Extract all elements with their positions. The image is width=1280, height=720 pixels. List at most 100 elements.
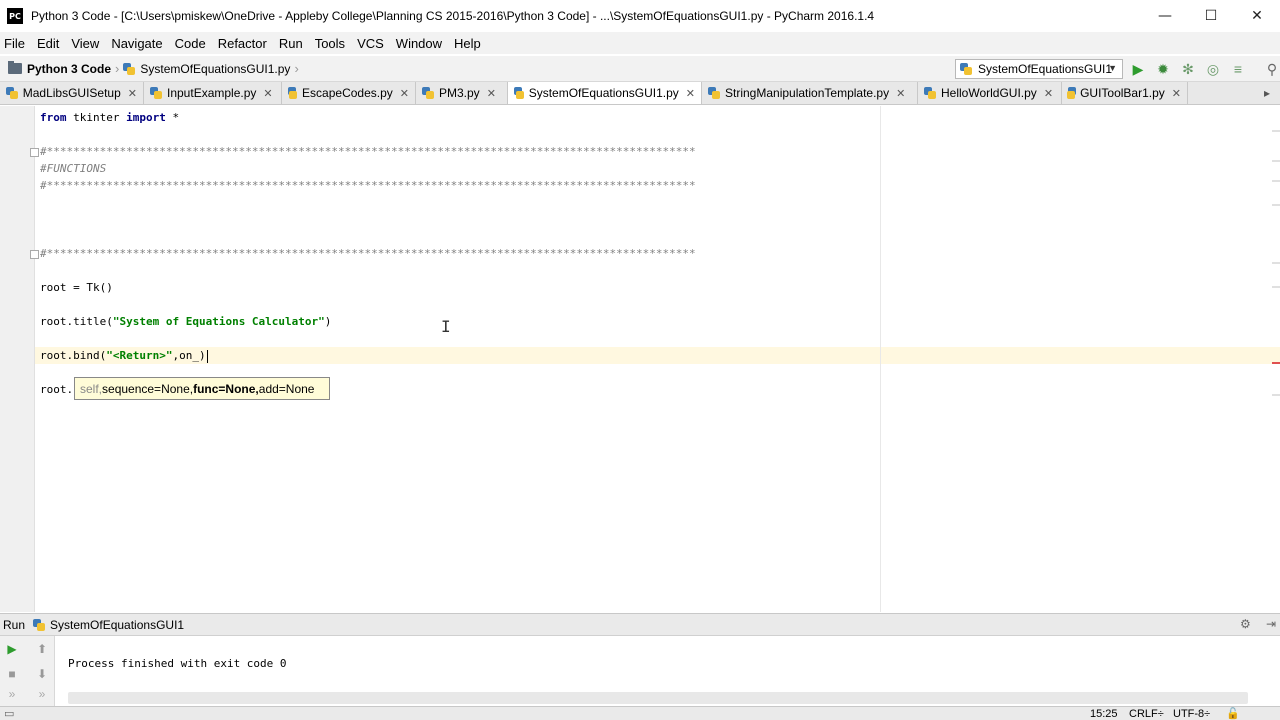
tab-label: MadLibsGUISetup xyxy=(22,86,121,100)
stop-icon[interactable]: ■ xyxy=(5,667,19,681)
tab-helloworldgui[interactable]: HelloWorldGUI.py ✕ xyxy=(918,82,1062,104)
param-add: add=None xyxy=(258,381,315,396)
tab-label: EscapeCodes.py xyxy=(302,86,393,100)
param-self: self, xyxy=(80,381,103,396)
tab-label: GUIToolBar1.py xyxy=(1080,86,1165,100)
close-button[interactable]: ✕ xyxy=(1234,0,1280,32)
stripe-mark[interactable] xyxy=(1272,204,1280,206)
menu-vcs[interactable]: VCS xyxy=(353,36,389,51)
run-panel-label: Run xyxy=(3,617,26,632)
lock-icon[interactable]: 🔓 xyxy=(1226,707,1240,720)
window-title: Python 3 Code - [C:\Users\pmiskew\OneDri… xyxy=(31,9,875,23)
python-file-icon xyxy=(708,87,720,99)
hide-panel-icon[interactable]: ⇥ xyxy=(1266,617,1276,631)
file-encoding[interactable]: UTF-8÷ xyxy=(1173,707,1210,720)
python-file-icon xyxy=(924,87,936,99)
code-text: ) xyxy=(324,315,332,328)
tab-inputexample[interactable]: InputExample.py ✕ xyxy=(144,82,282,104)
tab-systemofequationsgui1[interactable]: SystemOfEquationsGUI1.py ✕ xyxy=(508,82,702,104)
close-tab-icon[interactable]: ✕ xyxy=(896,87,905,100)
python-file-icon xyxy=(514,87,524,99)
caret-position[interactable]: 15:25 xyxy=(1090,707,1118,720)
up-arrow-icon[interactable]: ⬆ xyxy=(35,642,49,656)
stripe-mark[interactable] xyxy=(1272,130,1280,132)
python-file-icon xyxy=(1067,87,1077,99)
coverage-icon[interactable]: ✻ xyxy=(1180,61,1196,77)
navigation-bar: Python 3 Code › SystemOfEquationsGUI1.py… xyxy=(0,56,1280,82)
menu-tools[interactable]: Tools xyxy=(311,36,350,51)
error-stripe[interactable] xyxy=(1272,106,1280,612)
menu-run[interactable]: Run xyxy=(275,36,308,51)
run-panel-config[interactable]: SystemOfEquationsGUI1 xyxy=(50,618,184,632)
menu-refactor[interactable]: Refactor xyxy=(214,36,272,51)
more-icon[interactable]: » xyxy=(5,687,19,701)
close-tab-icon[interactable]: ✕ xyxy=(263,87,272,100)
stripe-mark[interactable] xyxy=(1272,286,1280,288)
console-horizontal-scrollbar[interactable] xyxy=(68,692,1248,704)
run-configuration-label: SystemOfEquationsGUI1 xyxy=(978,62,1113,76)
fold-icon[interactable] xyxy=(30,250,39,259)
stripe-mark[interactable] xyxy=(1272,394,1280,396)
run-panel-header: Run SystemOfEquationsGUI1 ⚙ ⇥ xyxy=(0,613,1280,636)
close-tab-icon[interactable]: ✕ xyxy=(686,87,695,100)
console-output: Process finished with exit code 0 xyxy=(68,657,287,670)
python-file-icon xyxy=(6,87,18,99)
code-line-stars: #***************************************… xyxy=(40,145,696,158)
breadcrumb-project[interactable]: Python 3 Code › xyxy=(8,61,123,76)
tab-madlibsguisetup[interactable]: MadLibsGUISetup ✕ xyxy=(0,82,144,104)
tab-guitoolbar1[interactable]: GUIToolBar1.py ✕ xyxy=(1062,82,1188,104)
menu-bar: File Edit View Navigate Code Refactor Ru… xyxy=(0,32,1280,54)
chevron-down-icon: ▼ xyxy=(1108,63,1117,73)
gear-icon[interactable]: ⚙ xyxy=(1240,617,1251,631)
menu-help[interactable]: Help xyxy=(450,36,486,51)
pycharm-app-icon: PC xyxy=(7,8,23,24)
menu-code[interactable]: Code xyxy=(171,36,211,51)
close-tab-icon[interactable]: ✕ xyxy=(1044,87,1053,100)
run-configuration-select[interactable]: SystemOfEquationsGUI1 ▼ xyxy=(955,59,1123,79)
rerun-icon[interactable]: ▶ xyxy=(5,642,19,656)
code-editor[interactable]: from tkinter import * #*****************… xyxy=(0,106,1280,612)
minimize-button[interactable]: — xyxy=(1142,0,1188,32)
tab-pm3[interactable]: PM3.py ✕ xyxy=(416,82,508,104)
breadcrumb-separator-icon: › xyxy=(115,61,120,76)
code-text: ,on_) xyxy=(172,349,206,362)
concurrency-icon[interactable]: ≡ xyxy=(1230,61,1246,77)
breadcrumb-separator-icon: › xyxy=(294,61,299,76)
close-tab-icon[interactable]: ✕ xyxy=(1172,87,1181,100)
tab-stringmanipulationtemplate[interactable]: StringManipulationTemplate.py ✕ xyxy=(702,82,918,104)
debug-icon[interactable]: ✹ xyxy=(1155,61,1171,77)
tab-overflow-icon[interactable]: ▸ xyxy=(1188,82,1276,104)
line-separator[interactable]: CRLF÷ xyxy=(1129,707,1164,720)
stripe-mark[interactable] xyxy=(1272,160,1280,162)
breadcrumb-file[interactable]: SystemOfEquationsGUI1.py › xyxy=(123,61,302,76)
tool-windows-icon[interactable]: ▭ xyxy=(4,707,14,720)
menu-navigate[interactable]: Navigate xyxy=(107,36,167,51)
down-arrow-icon[interactable]: ⬇ xyxy=(35,667,49,681)
code-text: root.title( xyxy=(40,315,113,328)
fold-icon[interactable] xyxy=(30,148,39,157)
close-tab-icon[interactable]: ✕ xyxy=(487,87,496,100)
menu-file[interactable]: File xyxy=(0,36,30,51)
keyword: import xyxy=(126,111,166,124)
python-file-icon xyxy=(150,87,162,99)
close-tab-icon[interactable]: ✕ xyxy=(400,87,409,100)
menu-view[interactable]: View xyxy=(67,36,104,51)
more-icon[interactable]: » xyxy=(35,687,49,701)
run-toolbar: ▶ ⬆ ■ ⬇ » » xyxy=(0,636,55,706)
code-line-root-tk: root = Tk() xyxy=(40,281,113,294)
maximize-button[interactable]: ☐ xyxy=(1188,0,1234,32)
stripe-mark-error[interactable] xyxy=(1272,362,1280,364)
code-text: root.bind( xyxy=(40,349,107,362)
menu-window[interactable]: Window xyxy=(392,36,447,51)
param-sequence: sequence=None, xyxy=(102,381,194,396)
stripe-mark[interactable] xyxy=(1272,262,1280,264)
run-icon[interactable]: ▶ xyxy=(1130,61,1146,77)
profile-icon[interactable]: ◎ xyxy=(1205,61,1221,77)
tab-label: HelloWorldGUI.py xyxy=(941,86,1037,100)
stripe-mark[interactable] xyxy=(1272,180,1280,182)
python-file-icon xyxy=(33,618,46,631)
menu-edit[interactable]: Edit xyxy=(33,36,64,51)
search-icon[interactable]: ⚲ xyxy=(1264,61,1280,77)
tab-escapecodes[interactable]: EscapeCodes.py ✕ xyxy=(282,82,416,104)
close-tab-icon[interactable]: ✕ xyxy=(128,87,137,100)
